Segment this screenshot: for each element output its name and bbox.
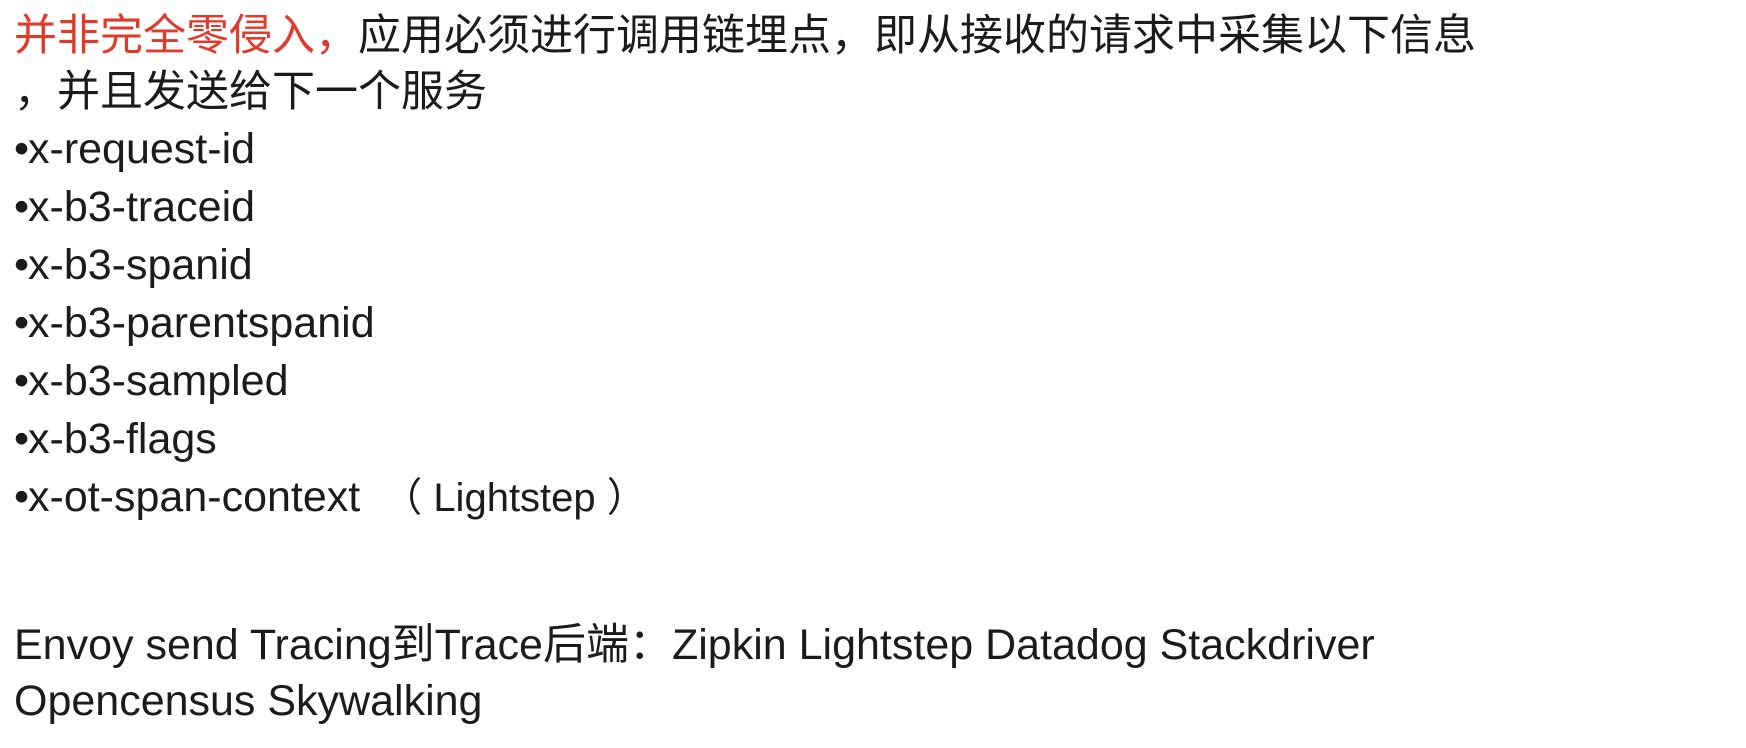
footer-line-1: Envoy send Tracing到Trace后端：Zipkin Lights… [14,621,1375,669]
list-item-label: x-b3-traceid [28,183,256,231]
bullet-icon: • [14,473,30,521]
slide-content: 并非完全零侵入，应用必须进行调用链埋点，即从接收的请求中采集以下信息 ，并且发送… [14,8,1734,527]
bullet-icon: • [14,125,30,173]
header-list: •x-request-id •x-b3-traceid •x-b3-spanid… [14,120,1734,527]
list-item-note: （ Lightstep ） [382,476,647,520]
intro-text: 应用必须进行调用链埋点，即从接收的请求中采集以下信息 [358,12,1476,60]
bullet-icon: • [14,357,30,405]
list-item-label: x-b3-sampled [28,357,289,405]
bullet-icon: • [14,183,30,231]
list-item-label: x-b3-flags [28,415,217,463]
intro-line-1: 并非完全零侵入，应用必须进行调用链埋点，即从接收的请求中采集以下信息 [14,8,1734,64]
list-item: •x-b3-traceid [14,178,1734,236]
list-item-label: x-b3-parentspanid [28,299,375,347]
intro-highlight: 并非完全零侵入， [14,12,358,60]
bullet-icon: • [14,415,30,463]
list-item: •x-ot-span-context （ Lightstep ） [14,468,1734,527]
list-item: •x-b3-sampled [14,352,1734,410]
list-item: •x-b3-spanid [14,236,1734,294]
list-item: •x-b3-flags [14,410,1734,468]
list-item-label: x-b3-spanid [28,241,253,289]
list-item: •x-b3-parentspanid [14,294,1734,352]
list-item: •x-request-id [14,120,1734,178]
bullet-icon: • [14,299,30,347]
list-item-label: x-ot-span-context [28,473,361,521]
list-item-label: x-request-id [28,125,256,173]
footer-line-2: Opencensus Skywalking [14,677,483,725]
bullet-icon: • [14,241,30,289]
footer-text: Envoy send Tracing到Trace后端：Zipkin Lights… [14,617,1734,729]
intro-line-2: ，并且发送给下一个服务 [14,68,487,116]
